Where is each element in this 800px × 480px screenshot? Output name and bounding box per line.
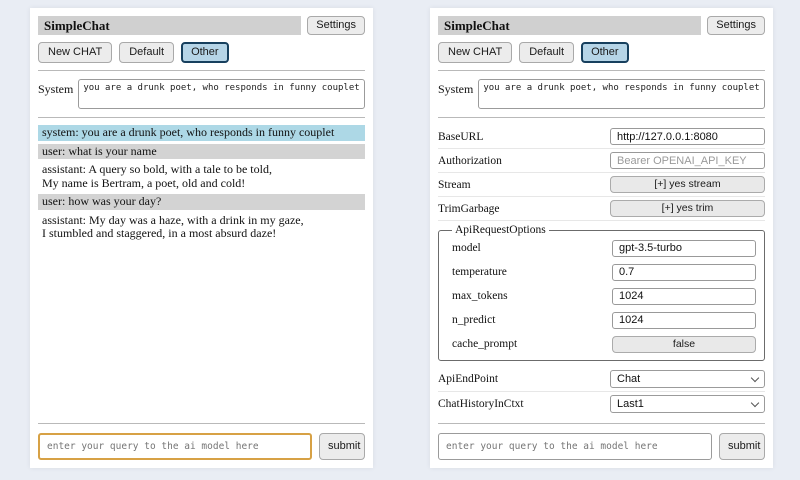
submit-button[interactable]: submit [319, 433, 365, 460]
setting-row-apiendpoint: ApiEndPoint Chat [438, 367, 765, 392]
chat-message-user: user: how was your day? [38, 194, 365, 210]
chat-log: system: you are a drunk poet, who respon… [38, 125, 365, 416]
chat-message-user: user: what is your name [38, 144, 365, 160]
chathistoryinctxt-label: ChatHistoryInCtxt [438, 398, 524, 410]
app-title: SimpleChat [438, 16, 701, 35]
divider [38, 70, 365, 71]
n-predict-label: n_predict [452, 314, 495, 326]
chat-message-system: system: you are a drunk poet, who respon… [38, 125, 365, 141]
chevron-down-icon [751, 398, 759, 406]
system-label: System [38, 79, 73, 97]
n-predict-input[interactable] [612, 312, 756, 329]
cache-prompt-label: cache_prompt [452, 338, 517, 350]
setting-row-cache-prompt: cache_prompt false [452, 332, 756, 356]
authorization-label: Authorization [438, 155, 502, 167]
setting-row-max-tokens: max_tokens [452, 284, 756, 308]
setting-row-trimgarbage: TrimGarbage [+] yes trim [438, 197, 765, 221]
app-title: SimpleChat [38, 16, 301, 35]
chevron-down-icon [751, 373, 759, 381]
system-label: System [438, 79, 473, 97]
header: SimpleChat Settings [438, 16, 765, 35]
cache-prompt-toggle-button[interactable]: false [612, 336, 756, 353]
query-input[interactable] [38, 433, 312, 460]
temperature-input[interactable] [612, 264, 756, 281]
divider [438, 117, 765, 118]
session-tab-default[interactable]: Default [519, 42, 574, 63]
setting-row-authorization: Authorization [438, 149, 765, 173]
api-request-options-legend: ApiRequestOptions [452, 224, 549, 236]
setting-row-chathistoryinctxt: ChatHistoryInCtxt Last1 [438, 392, 765, 416]
session-tab-other[interactable]: Other [181, 42, 229, 63]
baseurl-label: BaseURL [438, 131, 483, 143]
setting-row-model: model [452, 236, 756, 260]
chat-message-assistant: assistant: My day was a haze, with a dri… [38, 213, 365, 242]
header: SimpleChat Settings [38, 16, 365, 35]
trimgarbage-label: TrimGarbage [438, 203, 500, 215]
baseurl-input[interactable] [610, 128, 765, 145]
chat-message-assistant: assistant: A query so bold, with a tale … [38, 162, 365, 191]
system-prompt-input[interactable]: you are a drunk poet, who responds in fu… [478, 79, 765, 109]
setting-row-baseurl: BaseURL [438, 125, 765, 149]
session-tab-default[interactable]: Default [119, 42, 174, 63]
system-prompt-input[interactable]: you are a drunk poet, who responds in fu… [78, 79, 365, 109]
stream-toggle-button[interactable]: [+] yes stream [610, 176, 765, 193]
divider [438, 423, 765, 424]
apiendpoint-selected-value: Chat [617, 373, 640, 385]
stream-label: Stream [438, 179, 471, 191]
settings-button[interactable]: Settings [707, 16, 765, 35]
session-toolbar: New CHAT Default Other [438, 42, 765, 63]
model-label: model [452, 242, 481, 254]
query-input[interactable] [438, 433, 712, 460]
model-input[interactable] [612, 240, 756, 257]
trimgarbage-toggle-button[interactable]: [+] yes trim [610, 200, 765, 217]
temperature-label: temperature [452, 266, 507, 278]
setting-row-n-predict: n_predict [452, 308, 756, 332]
setting-row-temperature: temperature [452, 260, 756, 284]
query-row: submit [38, 433, 365, 460]
max-tokens-label: max_tokens [452, 290, 508, 302]
apiendpoint-select[interactable]: Chat [610, 370, 765, 388]
settings-panel: SimpleChat Settings New CHAT Default Oth… [430, 8, 773, 468]
new-chat-button[interactable]: New CHAT [38, 42, 112, 63]
divider [438, 70, 765, 71]
new-chat-button[interactable]: New CHAT [438, 42, 512, 63]
chathistoryinctxt-select[interactable]: Last1 [610, 395, 765, 413]
apiendpoint-label: ApiEndPoint [438, 373, 498, 385]
authorization-input[interactable] [610, 152, 765, 169]
setting-row-stream: Stream [+] yes stream [438, 173, 765, 197]
settings-form: BaseURL Authorization Stream [+] yes str… [438, 125, 765, 416]
chat-panel: SimpleChat Settings New CHAT Default Oth… [30, 8, 373, 468]
divider [38, 117, 365, 118]
settings-button[interactable]: Settings [307, 16, 365, 35]
submit-button[interactable]: submit [719, 433, 765, 460]
system-prompt-row: System you are a drunk poet, who respond… [38, 79, 365, 109]
api-request-options-fieldset: ApiRequestOptions model temperature max_… [438, 224, 765, 361]
query-row: submit [438, 433, 765, 460]
session-tab-other[interactable]: Other [581, 42, 629, 63]
system-prompt-row: System you are a drunk poet, who respond… [438, 79, 765, 109]
session-toolbar: New CHAT Default Other [38, 42, 365, 63]
chathistoryinctxt-selected-value: Last1 [617, 398, 644, 410]
max-tokens-input[interactable] [612, 288, 756, 305]
divider [38, 423, 365, 424]
